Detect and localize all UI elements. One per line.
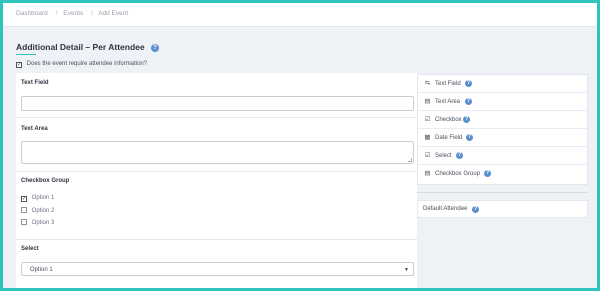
help-icon[interactable]: ? <box>472 206 479 213</box>
palette-item-label: Text Area <box>435 99 461 105</box>
require-attendee-label: Does the event require attendee informat… <box>26 61 148 67</box>
text-field-label: Text Field <box>21 80 49 86</box>
help-icon[interactable]: ? <box>151 44 159 52</box>
help-icon[interactable]: ? <box>456 152 463 159</box>
palette-item-label: Date Field <box>435 135 463 141</box>
checkbox-group-section: Checkbox Group ✓ Option 1 Option 2 Optio… <box>16 172 417 240</box>
checkbox-option-label: Option 1 <box>31 195 55 201</box>
calendar-icon: ▦ <box>424 134 431 141</box>
text-field-icon: ⇆ <box>424 80 431 87</box>
select-icon: ☑ <box>424 152 431 159</box>
page-title-text: Additional Detail – Per Attendee <box>16 42 145 52</box>
resize-handle[interactable] <box>408 158 412 162</box>
default-attendee-item[interactable]: Default Attendee ? <box>417 200 588 218</box>
require-attendee-info[interactable]: ✓ Does the event require attendee inform… <box>16 61 147 68</box>
help-icon[interactable]: ? <box>465 98 472 105</box>
palette-item-select[interactable]: ☑ Select ? <box>418 147 587 165</box>
checkbox-option-1[interactable]: ✓ <box>21 196 27 202</box>
palette-item-label: Text Field <box>435 81 461 87</box>
default-attendee-label: Default Attendee <box>423 206 468 212</box>
select-section: Select Option 1 ▼ <box>16 240 417 288</box>
checkbox-option[interactable]: Option 3 <box>21 219 54 226</box>
text-area-label: Text Area <box>21 126 48 132</box>
title-underline <box>16 54 36 55</box>
checkbox-group-label: Checkbox Group <box>21 178 70 184</box>
palette-item-label: Select <box>435 153 452 159</box>
checkbox-option[interactable]: Option 2 <box>21 207 54 214</box>
palette-item-checkbox-group[interactable]: ▤ Checkbox Group ? <box>418 165 587 183</box>
select-label: Select <box>21 246 39 252</box>
checkbox-icon: ☑ <box>424 116 431 123</box>
divider <box>417 192 588 193</box>
palette-item-label: Checkbox <box>435 117 462 123</box>
text-area-section: Text Area <box>16 118 417 172</box>
palette-item-checkbox[interactable]: ☑ Checkbox ? <box>418 111 587 129</box>
page-title: Additional Detail – Per Attendee ? <box>16 42 159 52</box>
field-palette: ⇆ Text Field ? ▤ Text Area ? ☑ Checkbox … <box>417 74 588 185</box>
checkbox-option-3[interactable] <box>21 219 27 225</box>
palette-item-label: Checkbox Group <box>435 171 481 177</box>
breadcrumb: Dashboard / Events / Add Event <box>16 10 128 17</box>
breadcrumb-separator: / <box>55 10 58 17</box>
help-icon[interactable]: ? <box>463 116 470 123</box>
checkbox-group-icon: ▤ <box>424 170 431 177</box>
text-field-section: Text Field <box>16 73 417 118</box>
breadcrumb-separator: / <box>90 10 93 17</box>
text-field-input[interactable] <box>21 96 414 111</box>
app-frame: Dashboard / Events / Add Event Additiona… <box>3 3 597 288</box>
palette-item-text-area[interactable]: ▤ Text Area ? <box>418 93 587 111</box>
select-dropdown[interactable]: Option 1 ▼ <box>21 262 414 276</box>
breadcrumb-dashboard[interactable]: Dashboard <box>16 10 48 17</box>
checkbox-option[interactable]: ✓ Option 1 <box>21 195 54 202</box>
checkbox-option-label: Option 2 <box>31 208 55 214</box>
breadcrumb-add-event: Add Event <box>98 10 129 17</box>
help-icon[interactable]: ? <box>466 134 473 141</box>
select-value: Option 1 <box>30 267 53 273</box>
require-attendee-checkbox[interactable]: ✓ <box>16 62 22 68</box>
help-icon[interactable]: ? <box>484 170 491 177</box>
text-area-icon: ▤ <box>424 98 431 105</box>
text-area-input[interactable] <box>21 141 414 164</box>
checkbox-option-label: Option 3 <box>31 220 55 226</box>
form-preview: Text Field Text Area Checkbox Group ✓ Op… <box>16 73 417 288</box>
help-icon[interactable]: ? <box>465 80 472 87</box>
palette-item-date-field[interactable]: ▦ Date Field ? <box>418 129 587 147</box>
top-bar: Dashboard / Events / Add Event <box>3 3 597 27</box>
caret-down-icon: ▼ <box>404 267 409 273</box>
checkbox-option-2[interactable] <box>21 207 27 213</box>
breadcrumb-events[interactable]: Events <box>63 10 83 17</box>
palette-item-text-field[interactable]: ⇆ Text Field ? <box>418 75 587 93</box>
